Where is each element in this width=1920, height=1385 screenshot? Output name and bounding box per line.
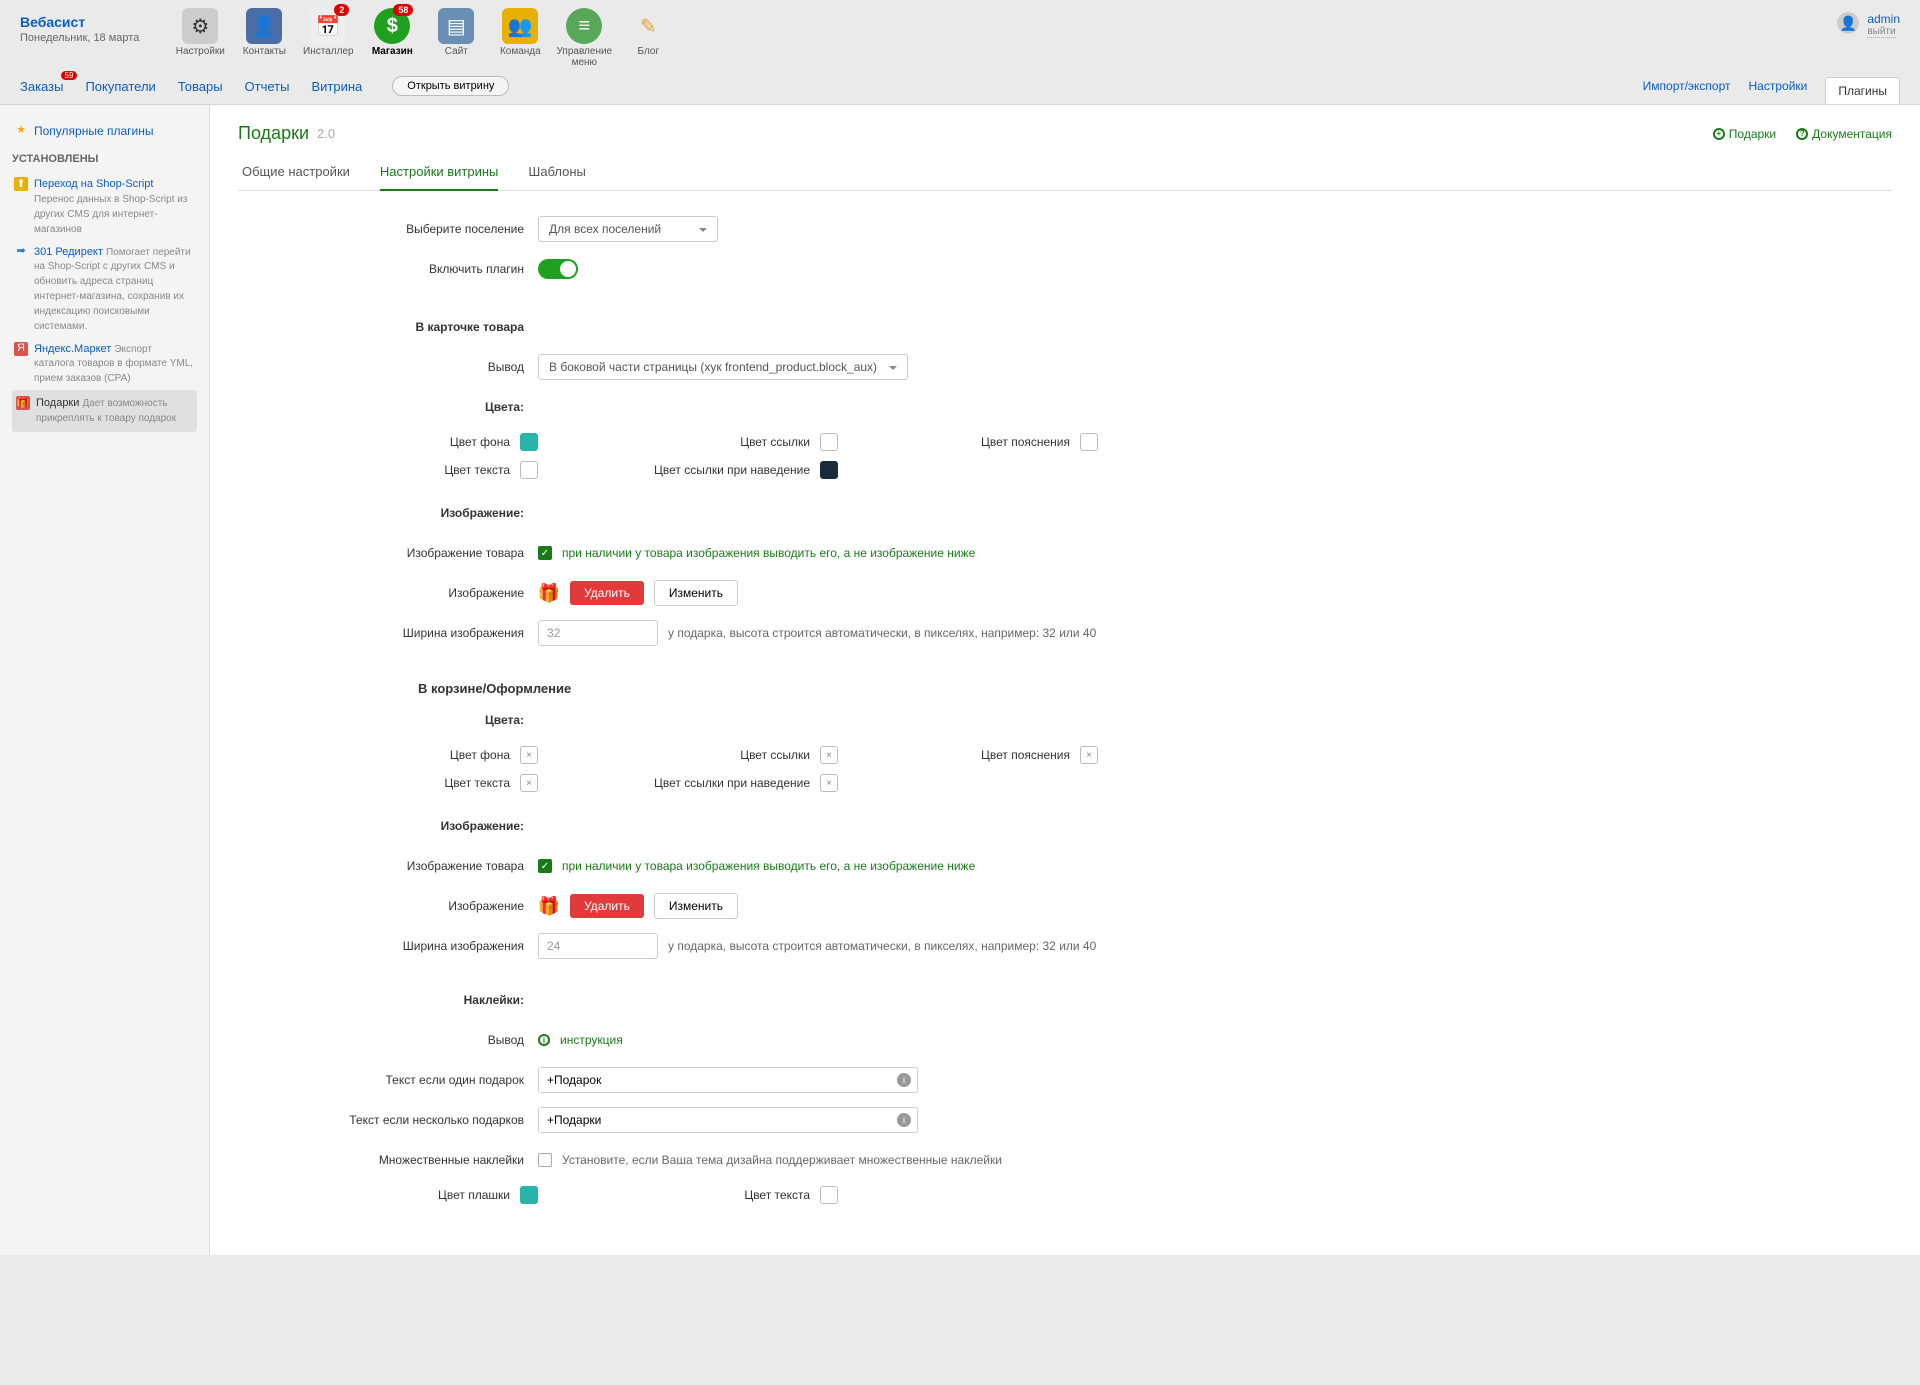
logout-link[interactable]: выйти xyxy=(1867,26,1895,38)
color-text-card[interactable] xyxy=(520,461,538,479)
apps-row: ⚙Настройки 👤Контакты 2📅Инсталлер 58$Мага… xyxy=(169,8,679,68)
user-area: 👤 admin выйти xyxy=(1837,8,1900,38)
app-team[interactable]: 👥Команда xyxy=(489,8,551,68)
btn-delete-cart[interactable]: Удалить xyxy=(570,894,644,918)
link-instruction[interactable]: инструкция xyxy=(560,1033,623,1047)
sidebar-item-redirect[interactable]: ➡301 Редирект Помогает перейти на Shop-S… xyxy=(12,241,197,338)
color-bg-card[interactable] xyxy=(520,433,538,451)
chk-multi[interactable] xyxy=(538,1153,552,1167)
sub-nav: Заказы59 Покупатели Товары Отчеты Витрин… xyxy=(0,68,1920,105)
app-shop[interactable]: 58$Магазин xyxy=(361,8,423,68)
section-card: В карточке товара xyxy=(238,320,538,334)
brand-name[interactable]: Вебасист xyxy=(20,14,139,30)
app-installer[interactable]: 2📅Инсталлер xyxy=(297,8,359,68)
color-link-card[interactable] xyxy=(820,433,838,451)
tab-templates[interactable]: Шаблоны xyxy=(528,158,586,190)
info-icon[interactable]: i xyxy=(897,1113,911,1127)
tab-storefront[interactable]: Настройки витрины xyxy=(380,158,499,191)
color-bg-cart[interactable]: × xyxy=(520,746,538,764)
lbl-image-card: Изображение: xyxy=(238,506,538,520)
sidebar-installed-header: УСТАНОВЛЕНЫ xyxy=(12,153,197,165)
tab-import[interactable]: Импорт/экспорт xyxy=(1643,79,1731,93)
page-version: 2.0 xyxy=(317,126,335,141)
toggle-enable[interactable] xyxy=(538,259,578,279)
gift-icon: 🎁 xyxy=(538,582,560,604)
input-onegift[interactable] xyxy=(539,1068,897,1092)
user-name[interactable]: admin xyxy=(1867,12,1900,26)
color-badge[interactable] xyxy=(520,1186,538,1204)
brand-date: Понедельник, 18 марта xyxy=(20,32,139,44)
chk-imgproduct-cart[interactable]: ✓ xyxy=(538,859,552,873)
lbl-output: Вывод xyxy=(238,360,538,374)
color-expl-cart[interactable]: × xyxy=(1080,746,1098,764)
nav-products[interactable]: Товары xyxy=(178,79,223,94)
select-output[interactable]: В боковой части страницы (хук frontend_p… xyxy=(538,354,908,380)
top-bar: Вебасист Понедельник, 18 марта ⚙Настройк… xyxy=(0,0,1920,68)
tab-general[interactable]: Общие настройки xyxy=(242,158,350,190)
nav-orders[interactable]: Заказы59 xyxy=(20,79,63,94)
avatar[interactable]: 👤 xyxy=(1837,12,1859,34)
nav-storefront[interactable]: Витрина xyxy=(311,79,362,94)
color-badgetext[interactable] xyxy=(820,1186,838,1204)
lbl-enable: Включить плагин xyxy=(238,262,538,276)
btn-change-cart[interactable]: Изменить xyxy=(654,893,738,919)
input-imgwidth-card[interactable] xyxy=(538,620,658,646)
main: ★Популярные плагины УСТАНОВЛЕНЫ ⬆Переход… xyxy=(0,105,1920,1255)
tabs: Общие настройки Настройки витрины Шаблон… xyxy=(238,158,1892,191)
lbl-settlement: Выберите поселение xyxy=(238,222,538,236)
app-settings[interactable]: ⚙Настройки xyxy=(169,8,231,68)
section-cart: В корзине/Оформление xyxy=(418,681,1892,696)
page-title: Подарки xyxy=(238,123,309,144)
tab-settings[interactable]: Настройки xyxy=(1749,79,1808,93)
app-site[interactable]: ▤Сайт xyxy=(425,8,487,68)
color-expl-card[interactable] xyxy=(1080,433,1098,451)
chk-imgproduct-card[interactable]: ✓ xyxy=(538,546,552,560)
sidebar-item-migrate[interactable]: ⬆Переход на Shop-Script Перенос данных в… xyxy=(12,173,197,240)
color-linkhover-cart[interactable]: × xyxy=(820,774,838,792)
sidebar-item-yandex[interactable]: ЯЯндекс.Маркет Экспорт каталога товаров … xyxy=(12,338,197,391)
nav-reports[interactable]: Отчеты xyxy=(245,79,290,94)
color-linkhover-card[interactable] xyxy=(820,461,838,479)
sidebar-popular[interactable]: ★Популярные плагины xyxy=(12,119,197,143)
brand: Вебасист Понедельник, 18 марта xyxy=(20,8,139,44)
gift-icon-cart: 🎁 xyxy=(538,895,560,917)
color-text-cart[interactable]: × xyxy=(520,774,538,792)
input-manygifts[interactable] xyxy=(539,1108,897,1132)
lbl-colors-card: Цвета: xyxy=(238,400,538,414)
btn-change-card[interactable]: Изменить xyxy=(654,580,738,606)
app-blog[interactable]: ✎Блог xyxy=(617,8,679,68)
app-menu[interactable]: ≡Управление меню xyxy=(553,8,615,68)
select-settlement[interactable]: Для всех поселений xyxy=(538,216,718,242)
content: Подарки 2.0 +Подарки ?Документация Общие… xyxy=(210,105,1920,1255)
color-link-cart[interactable]: × xyxy=(820,746,838,764)
nav-customers[interactable]: Покупатели xyxy=(85,79,155,94)
link-docs[interactable]: ?Документация xyxy=(1796,127,1892,141)
input-imgwidth-cart[interactable] xyxy=(538,933,658,959)
open-store-button[interactable]: Открыть витрину xyxy=(392,76,509,96)
link-gifts[interactable]: +Подарки xyxy=(1713,127,1776,141)
info-icon[interactable]: i xyxy=(897,1073,911,1087)
sidebar-item-gifts[interactable]: 🎁Подарки Дает возможность прикреплять к … xyxy=(12,390,197,432)
tab-plugins[interactable]: Плагины xyxy=(1825,77,1900,104)
app-contacts[interactable]: 👤Контакты xyxy=(233,8,295,68)
sidebar: ★Популярные плагины УСТАНОВЛЕНЫ ⬆Переход… xyxy=(0,105,210,1255)
btn-delete-card[interactable]: Удалить xyxy=(570,581,644,605)
section-stickers: Наклейки: xyxy=(238,993,538,1007)
